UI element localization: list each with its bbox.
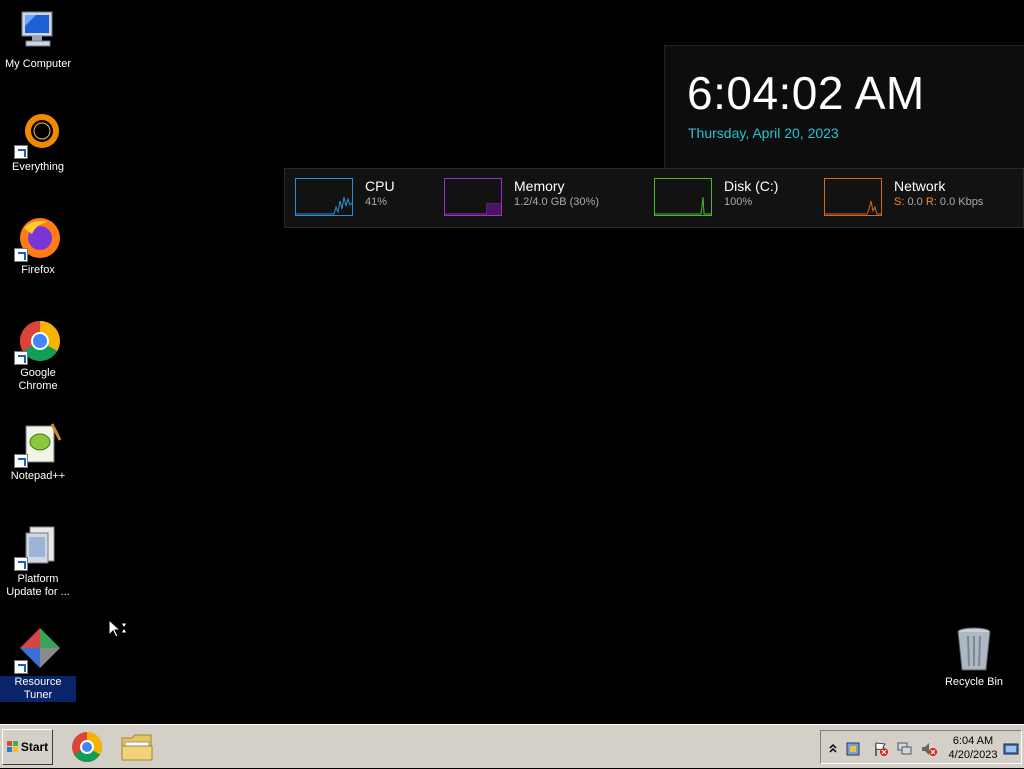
desktop-icon-label: Notepad++ bbox=[10, 470, 66, 482]
desktop-icon-label: My Computer bbox=[4, 58, 72, 70]
shortcut-arrow-icon bbox=[14, 557, 28, 571]
chrome-icon bbox=[14, 317, 62, 365]
desktop-icon-label: Firefox bbox=[21, 264, 55, 276]
shortcut-arrow-icon bbox=[14, 248, 28, 262]
shortcut-arrow-icon bbox=[14, 351, 28, 365]
desktop-icon-resource-tuner[interactable]: Resource Tuner bbox=[0, 626, 76, 702]
action-center-flag-icon[interactable] bbox=[873, 741, 889, 757]
cpu-label: CPU bbox=[365, 178, 395, 194]
cpu-graph bbox=[295, 178, 353, 216]
desktop-icon-label: Platform Update for ... bbox=[6, 573, 70, 598]
taskbar-explorer-button[interactable] bbox=[119, 730, 155, 764]
start-label: Start bbox=[20, 740, 49, 754]
desktop-icon-label: Google Chrome bbox=[18, 367, 58, 392]
recycle-bin-icon bbox=[950, 626, 998, 674]
firefox-icon bbox=[14, 214, 62, 262]
resource-monitor-bar: CPU 41% Memory 1.2/4.0 GB (30%) Disk (C:… bbox=[284, 168, 1024, 228]
clock-time: 6:04:02 AM bbox=[687, 67, 925, 119]
shortcut-arrow-icon bbox=[14, 454, 28, 468]
clock-widget: 6:04:02 AM Thursday, April 20, 2023 bbox=[664, 45, 1024, 169]
tray-date: 4/20/2023 bbox=[948, 749, 998, 761]
desktop-icon-everything[interactable]: Everything bbox=[0, 111, 76, 174]
network-status-icon[interactable] bbox=[897, 741, 913, 757]
desktop-icon-platform-update[interactable]: Platform Update for ... bbox=[0, 523, 76, 599]
network-send-value: 0.0 bbox=[907, 196, 923, 208]
shortcut-arrow-icon bbox=[14, 660, 28, 674]
desktop: My Computer Everything Firefox Google Ch… bbox=[0, 0, 1024, 724]
desktop-icon-my-computer[interactable]: My Computer bbox=[0, 8, 76, 71]
tray-time: 6:04 AM bbox=[952, 735, 994, 747]
tray-clock[interactable]: 6:04 AM 4/20/2023 bbox=[941, 734, 1005, 762]
network-receive-value: 0.0 Kbps bbox=[939, 196, 984, 208]
network-value: S: 0.0 R: 0.0 Kbps bbox=[894, 196, 983, 208]
resource-tuner-icon bbox=[14, 626, 62, 674]
disk-graph bbox=[654, 178, 712, 216]
memory-graph bbox=[444, 178, 502, 216]
network-graph bbox=[824, 178, 882, 216]
everything-icon bbox=[14, 111, 62, 159]
chrome-icon bbox=[72, 732, 103, 763]
show-desktop-icon[interactable] bbox=[1003, 741, 1019, 757]
network-send-label: S: bbox=[894, 196, 905, 208]
disk-value: 100% bbox=[724, 196, 753, 208]
disk-label: Disk (C:) bbox=[724, 178, 779, 194]
tray-app-icon[interactable] bbox=[845, 741, 861, 757]
taskbar-chrome-button[interactable] bbox=[69, 730, 105, 764]
desktop-icon-recycle-bin[interactable]: Recycle Bin bbox=[936, 626, 1012, 689]
desktop-icon-notepadpp[interactable]: Notepad++ bbox=[0, 420, 76, 483]
desktop-icon-label: Resource Tuner bbox=[0, 676, 76, 702]
computer-icon bbox=[14, 8, 62, 56]
desktop-icon-label: Recycle Bin bbox=[944, 676, 1004, 688]
show-hidden-icons-chevron-icon[interactable] bbox=[825, 741, 841, 757]
network-receive-label: R: bbox=[925, 196, 937, 208]
explorer-folder-icon bbox=[121, 734, 153, 761]
notepadpp-icon bbox=[14, 420, 62, 468]
network-label: Network bbox=[894, 178, 946, 194]
shortcut-arrow-icon bbox=[14, 145, 28, 159]
desktop-icon-firefox[interactable]: Firefox bbox=[0, 214, 76, 277]
desktop-icon-label: Everything bbox=[12, 161, 64, 173]
volume-muted-icon[interactable] bbox=[921, 741, 937, 757]
start-button[interactable]: Start bbox=[2, 729, 53, 765]
desktop-icon-google-chrome[interactable]: Google Chrome bbox=[0, 317, 76, 393]
taskbar: Start 6:04 AM 4/20/2023 bbox=[0, 724, 1024, 768]
system-tray: 6:04 AM 4/20/2023 bbox=[820, 730, 1022, 764]
clock-date: Thursday, April 20, 2023 bbox=[688, 125, 839, 141]
memory-value: 1.2/4.0 GB (30%) bbox=[514, 196, 599, 208]
windows-logo-icon bbox=[6, 741, 19, 753]
memory-label: Memory bbox=[514, 178, 565, 194]
busy-cursor-icon bbox=[108, 618, 130, 646]
cpu-value: 41% bbox=[365, 196, 388, 208]
installer-icon bbox=[14, 523, 62, 571]
